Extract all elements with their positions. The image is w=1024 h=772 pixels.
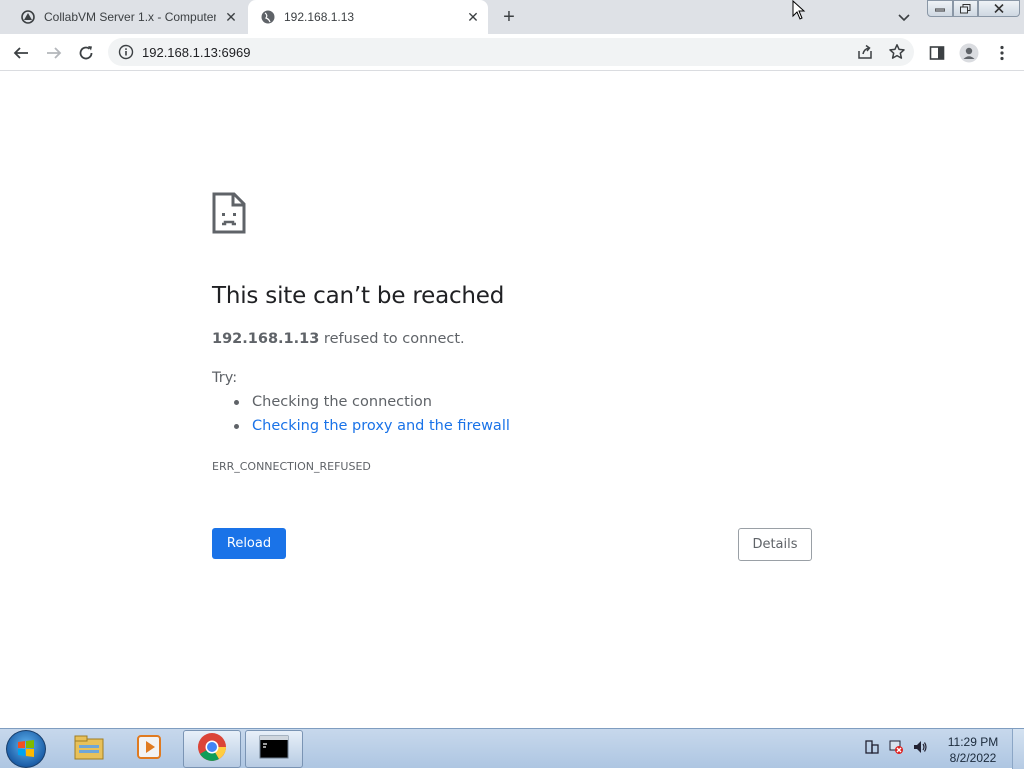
show-desktop-button[interactable] xyxy=(1012,729,1024,769)
error-message: refused to connect. xyxy=(319,331,465,347)
start-button[interactable] xyxy=(6,730,46,768)
share-icon[interactable] xyxy=(856,43,874,61)
error-heading: This site can’t be reached xyxy=(212,283,505,309)
try-label: Try: xyxy=(212,370,238,386)
back-arrow-icon[interactable] xyxy=(11,43,31,63)
error-description: 192.168.1.13 refused to connect. xyxy=(212,331,465,347)
tab-strip: CollabVM Server 1.x - Computer ✕ 192.168… xyxy=(0,0,1024,34)
cmd-taskbar-button[interactable] xyxy=(245,730,303,768)
details-button[interactable]: Details xyxy=(738,528,812,561)
address-bar[interactable]: 192.168.1.13:6969 xyxy=(108,38,914,66)
clock-date: 8/2/2022 xyxy=(949,751,997,765)
reload-button[interactable]: Reload xyxy=(212,528,286,559)
tab-collabvm[interactable]: CollabVM Server 1.x - Computer ✕ xyxy=(0,0,246,34)
network-error-icon[interactable] xyxy=(888,739,904,760)
globe-icon xyxy=(260,9,276,25)
suggestion-check-proxy-link[interactable]: Checking the proxy and the firewall xyxy=(234,416,510,440)
minimize-button[interactable] xyxy=(927,0,953,17)
mouse-cursor-icon xyxy=(792,0,806,20)
suggestions-list: Checking the connection Checking the pro… xyxy=(234,392,510,440)
system-tray xyxy=(864,739,928,760)
restore-button[interactable] xyxy=(953,0,978,17)
new-tab-button[interactable]: + xyxy=(499,7,519,27)
close-tab-icon[interactable]: ✕ xyxy=(224,10,238,24)
error-page: This site can’t be reached 192.168.1.13 … xyxy=(0,71,1024,728)
suggestion-check-connection: Checking the connection xyxy=(234,392,510,416)
url-text[interactable]: 192.168.1.13:6969 xyxy=(142,45,250,60)
media-player-taskbar-button[interactable] xyxy=(120,730,178,768)
collabvm-favicon-icon xyxy=(20,9,36,25)
tab-label: CollabVM Server 1.x - Computer xyxy=(44,10,216,24)
windows-taskbar: 11:29 PM 8/2/2022 xyxy=(0,728,1024,769)
cmd-icon xyxy=(259,735,289,764)
volume-icon[interactable] xyxy=(912,739,928,760)
taskbar-clock[interactable]: 11:29 PM 8/2/2022 xyxy=(940,734,1006,766)
chrome-icon xyxy=(197,732,227,767)
clock-time: 11:29 PM xyxy=(947,735,999,749)
action-center-flag-icon[interactable] xyxy=(864,739,880,760)
close-window-button[interactable] xyxy=(978,0,1020,17)
media-player-icon xyxy=(135,733,163,766)
forward-arrow-icon[interactable] xyxy=(44,43,64,63)
explorer-icon xyxy=(73,733,105,766)
side-panel-icon[interactable] xyxy=(927,43,947,63)
sad-page-icon xyxy=(212,192,246,236)
tab-search-chevron-icon[interactable] xyxy=(896,9,912,25)
tab-label: 192.168.1.13 xyxy=(284,10,355,24)
error-host: 192.168.1.13 xyxy=(212,331,320,347)
reload-icon[interactable] xyxy=(76,43,96,63)
bookmark-star-icon[interactable] xyxy=(888,43,906,61)
file-explorer-taskbar-button[interactable] xyxy=(60,730,118,768)
window-controls xyxy=(927,0,1020,18)
menu-kebab-icon[interactable] xyxy=(992,43,1012,63)
site-info-icon[interactable] xyxy=(118,44,134,60)
chrome-taskbar-button[interactable] xyxy=(183,730,241,768)
profile-avatar-icon[interactable] xyxy=(959,43,979,63)
close-tab-icon[interactable]: ✕ xyxy=(466,10,480,24)
error-code: ERR_CONNECTION_REFUSED xyxy=(212,460,371,473)
tab-active[interactable]: 192.168.1.13 ✕ xyxy=(248,0,488,34)
